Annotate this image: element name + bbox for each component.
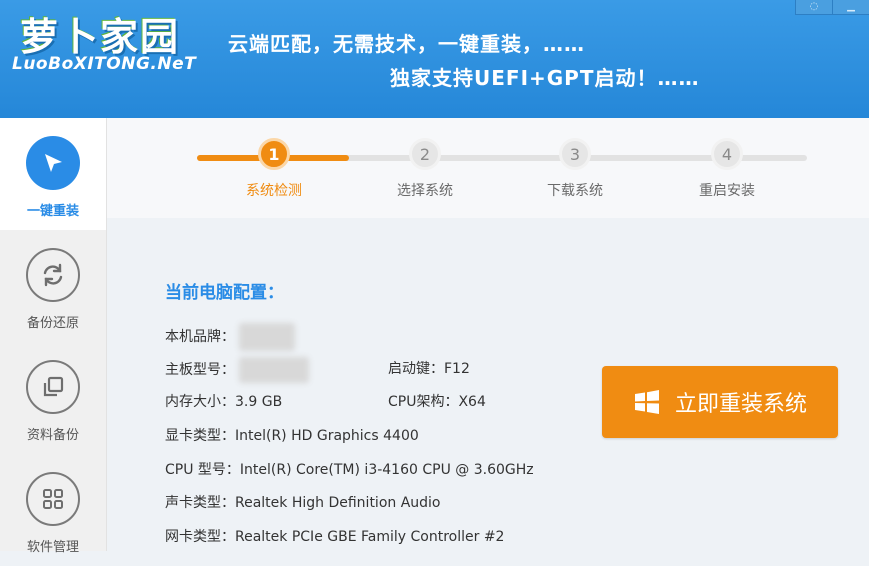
memory-label: 内存大小：	[165, 394, 235, 410]
cpu-arch-value: X64	[458, 394, 486, 410]
network-label: 网卡类型：	[165, 529, 235, 545]
step-select-system: 2 选择系统	[375, 138, 475, 200]
info-brand: 本机品牌：	[165, 323, 296, 351]
window-controls: ◌ ▁	[795, 0, 869, 15]
sidebar-item-label: 资料备份	[26, 428, 79, 443]
refresh-arrows-icon	[26, 248, 80, 302]
step-label: 系统检测	[246, 183, 302, 199]
step-label: 下载系统	[547, 183, 603, 199]
sidebar-item-data-backup[interactable]: 资料备份	[0, 342, 106, 454]
memory-value: 3.9 GB	[235, 394, 283, 410]
boot-key-value: F12	[444, 361, 470, 377]
minimize-button[interactable]: ▁	[832, 0, 869, 15]
config-title: 当前电脑配置：	[165, 283, 284, 303]
cpu-value: Intel(R) Core(TM) i3-4160 CPU @ 3.60GHz	[239, 462, 534, 478]
step-number: 3	[559, 138, 591, 170]
menu-icon: ◌	[809, 1, 819, 12]
brand-value-redacted	[239, 323, 296, 351]
info-gpu: 显卡类型：Intel(R) HD Graphics 4400	[165, 425, 419, 445]
network-value: Realtek PCIe GBE Family Controller #2	[235, 529, 505, 545]
menu-button[interactable]: ◌	[795, 0, 832, 15]
slogan-line-2: 独家支持UEFI+GPT启动！……	[390, 66, 700, 90]
info-audio: 声卡类型：Realtek High Definition Audio	[165, 492, 441, 512]
sidebar-item-backup-restore[interactable]: 备份还原	[0, 230, 106, 342]
logo-title: 萝卜家园	[20, 15, 181, 59]
cpu-label: CPU 型号：	[165, 462, 240, 478]
logo-subtitle: LuoBoXITONG.NeT	[12, 54, 197, 74]
boot-key-label: 启动键：	[388, 361, 444, 377]
info-mainboard: 主板型号：	[165, 357, 310, 383]
sidebar: 一键重装 备份还原 资料备份 软件管理	[0, 118, 107, 555]
sidebar-item-label: 备份还原	[26, 316, 79, 331]
audio-value: Realtek High Definition Audio	[235, 495, 441, 511]
step-number: 4	[711, 138, 743, 170]
mainboard-label: 主板型号：	[165, 362, 235, 378]
cursor-arrow-icon	[26, 136, 80, 190]
cpu-arch-label: CPU架构：	[388, 394, 459, 410]
info-boot-key: 启动键：F12	[388, 358, 470, 378]
sidebar-item-software-management[interactable]: 软件管理	[0, 454, 106, 566]
sidebar-item-one-key-reinstall[interactable]: 一键重装	[0, 118, 106, 230]
gpu-value: Intel(R) HD Graphics 4400	[235, 428, 419, 444]
info-cpu: CPU 型号：Intel(R) Core(TM) i3-4160 CPU @ 3…	[165, 459, 534, 479]
copy-squares-icon	[26, 360, 80, 414]
windows-logo-icon	[633, 389, 661, 415]
audio-label: 声卡类型：	[165, 495, 235, 511]
step-system-check: 1 系统检测	[224, 138, 324, 200]
slogan-line-1: 云端匹配，无需技术，一键重装，……	[228, 32, 585, 56]
info-network: 网卡类型：Realtek PCIe GBE Family Controller …	[165, 526, 504, 546]
progress-stepper: 1 系统检测 2 选择系统 3 下载系统 4 重启安装	[107, 118, 869, 218]
info-memory: 内存大小：3.9 GB	[165, 391, 282, 411]
reinstall-now-button[interactable]: 立即重装系统	[602, 366, 838, 438]
sidebar-item-label: 一键重装	[26, 204, 79, 219]
reinstall-now-label: 立即重装系统	[674, 392, 807, 417]
grid-squares-icon	[26, 472, 80, 526]
gpu-label: 显卡类型：	[165, 428, 235, 444]
step-label: 重启安装	[699, 183, 755, 199]
step-download-system: 3 下载系统	[525, 138, 625, 200]
info-cpu-arch: CPU架构：X64	[388, 391, 486, 411]
minimize-icon: ▁	[847, 1, 855, 12]
step-number: 1	[258, 138, 290, 170]
step-label: 选择系统	[397, 183, 453, 199]
mainboard-value-redacted	[239, 357, 310, 383]
sidebar-item-label: 软件管理	[26, 540, 79, 555]
brand-label: 本机品牌：	[165, 329, 235, 345]
main-panel: 1 系统检测 2 选择系统 3 下载系统 4 重启安装 当前电脑配置： 本机品牌…	[107, 118, 869, 551]
step-restart-install: 4 重启安装	[677, 138, 777, 200]
step-number: 2	[409, 138, 441, 170]
app-header: 萝卜家园 LuoBoXITONG.NeT 云端匹配，无需技术，一键重装，…… 独…	[0, 0, 869, 118]
